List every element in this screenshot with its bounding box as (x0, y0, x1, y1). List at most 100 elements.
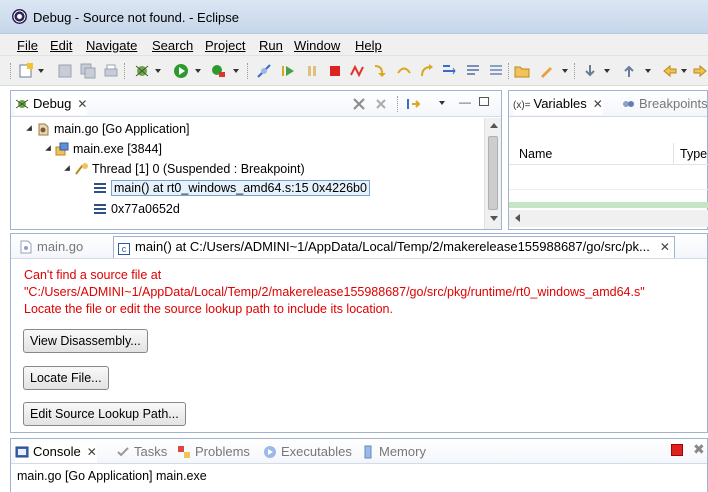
expand-icon[interactable] (45, 145, 51, 151)
variables-header-row: Name Type (509, 143, 708, 165)
title-bar: Debug - Source not found. - Eclipse (0, 0, 708, 34)
step-over-icon[interactable] (396, 63, 412, 79)
detail-pane-sash[interactable] (509, 202, 708, 208)
remove-terminated-icon[interactable] (351, 96, 367, 112)
expand-icon[interactable] (26, 125, 32, 131)
scroll-up-icon[interactable] (490, 123, 498, 128)
tab-problems[interactable]: Problems (177, 443, 250, 463)
tree-item-process[interactable]: main.exe [3844] (44, 141, 162, 157)
scroll-down-icon[interactable] (490, 216, 498, 221)
next-annotation-icon[interactable] (582, 63, 598, 79)
menu-file[interactable]: File (17, 38, 38, 53)
open-folder-icon[interactable] (514, 63, 530, 79)
tab-debug[interactable]: Debug ✕ (15, 95, 88, 115)
problems-icon (177, 445, 191, 459)
forward-icon[interactable] (692, 63, 708, 79)
use-step-filters-icon[interactable] (405, 96, 421, 112)
tree-item-stack-frame[interactable]: main() at rt0_windows_amd64.s:15 0x4226b… (93, 180, 370, 196)
tab-main-go[interactable]: main.go (19, 238, 83, 258)
column-name[interactable]: Name (519, 147, 552, 161)
toolbar-separator (397, 96, 399, 112)
edit-source-lookup-button[interactable]: Edit Source Lookup Path... (23, 402, 186, 426)
tab-memory[interactable]: Memory (361, 443, 426, 463)
debug-view-scrollbar[interactable] (484, 118, 501, 229)
pen-dropdown-icon[interactable] (562, 69, 568, 73)
print-icon (103, 63, 119, 79)
suspend-icon[interactable] (304, 63, 320, 79)
tab-source-not-found[interactable]: c main() at C:/Users/ADMINI~1/AppData/Loc… (113, 236, 675, 258)
console-status: main.go [Go Application] main.exe (17, 469, 207, 483)
tab-breakpoints[interactable]: Breakpoints (621, 95, 708, 115)
close-icon[interactable]: ✕ (77, 97, 87, 111)
menu-bar: File Edit Navigate Search Project Run Wi… (0, 34, 708, 56)
variables-view-header: (x)= Variables ✕ Breakpoints (509, 91, 708, 117)
debug-view: Debug ✕ — main.go [Go Application] main.e… (10, 90, 502, 230)
editor-area: main.go c main() at C:/Users/ADMINI~1/App… (10, 233, 708, 433)
menu-edit[interactable]: Edit (50, 38, 72, 53)
console-tabs: Console ✕ Tasks Problems Executables Memo… (11, 439, 707, 464)
tab-variables[interactable]: (x)= Variables ✕ (513, 95, 603, 115)
next-annotation-dropdown-icon[interactable] (604, 69, 610, 73)
toolbar-separator (124, 63, 126, 79)
run-icon[interactable] (173, 63, 189, 79)
external-tools-dropdown-icon[interactable] (233, 69, 239, 73)
menu-project[interactable]: Project (205, 38, 245, 53)
minimize-icon[interactable]: — (459, 95, 471, 109)
tree-item-launch[interactable]: main.go [Go Application] (25, 121, 190, 137)
debug-icon[interactable] (134, 63, 150, 79)
remove-launch-icon[interactable]: ✖ (693, 441, 707, 457)
menu-run[interactable]: Run (259, 38, 283, 53)
expand-icon[interactable] (64, 165, 70, 171)
scroll-left-icon[interactable] (515, 214, 520, 222)
c-file-icon: c (118, 243, 130, 255)
external-tools-icon[interactable] (210, 63, 226, 79)
scrollbar-thumb[interactable] (488, 136, 498, 210)
save-all-icon (80, 63, 96, 79)
prev-annotation-dropdown-icon[interactable] (645, 69, 651, 73)
menu-help[interactable]: Help (355, 38, 382, 53)
disconnect-icon[interactable] (349, 63, 365, 79)
close-icon[interactable]: ✕ (87, 445, 97, 459)
pen-icon[interactable] (538, 63, 554, 79)
column-type[interactable]: Type (680, 147, 707, 161)
prev-annotation-icon[interactable] (621, 63, 637, 79)
toolbar-separator (508, 63, 510, 79)
back-icon[interactable] (662, 63, 678, 79)
menu-navigate[interactable]: Navigate (86, 38, 137, 53)
run-dropdown-icon[interactable] (195, 69, 201, 73)
toolbar-separator (247, 63, 249, 79)
step-into-icon[interactable] (372, 63, 388, 79)
tree-item-thread[interactable]: Thread [1] 0 (Suspended : Breakpoint) (63, 161, 305, 177)
breakpoint-icon (621, 97, 635, 111)
step-filters-icon[interactable] (465, 63, 481, 79)
variables-h-scrollbar[interactable] (509, 210, 708, 227)
column-divider[interactable] (673, 143, 674, 165)
close-icon[interactable]: ✕ (593, 97, 603, 111)
view-menu-icon[interactable] (439, 101, 445, 105)
instruction-step-icon[interactable] (488, 63, 504, 79)
step-return-icon[interactable] (419, 63, 435, 79)
terminate-icon[interactable] (671, 444, 683, 456)
skip-breakpoints-icon[interactable] (256, 63, 272, 79)
close-icon[interactable]: ✕ (660, 240, 670, 254)
new-dropdown-icon[interactable] (38, 69, 44, 73)
terminate-icon[interactable] (327, 63, 343, 79)
menu-search[interactable]: Search (152, 38, 193, 53)
locate-file-button[interactable]: Locate File... (23, 366, 109, 390)
menu-window[interactable]: Window (294, 38, 340, 53)
view-disassembly-button[interactable]: View Disassembly... (23, 329, 148, 353)
tab-console[interactable]: Console ✕ (15, 443, 97, 463)
debug-dropdown-icon[interactable] (155, 69, 161, 73)
tree-item-stack-frame[interactable]: 0x77a0652d (93, 201, 180, 217)
drop-to-frame-icon[interactable] (441, 63, 457, 79)
maximize-icon[interactable] (479, 97, 489, 106)
back-dropdown-icon[interactable] (681, 69, 687, 73)
launch-icon (36, 122, 50, 136)
new-icon[interactable] (18, 63, 34, 79)
tab-tasks[interactable]: Tasks (116, 443, 167, 463)
resume-icon[interactable] (280, 63, 296, 79)
console-view: Console ✕ Tasks Problems Executables Memo… (10, 438, 708, 492)
main-toolbar (0, 56, 708, 86)
remove-all-icon[interactable] (373, 96, 389, 112)
tab-executables[interactable]: Executables (263, 443, 352, 463)
